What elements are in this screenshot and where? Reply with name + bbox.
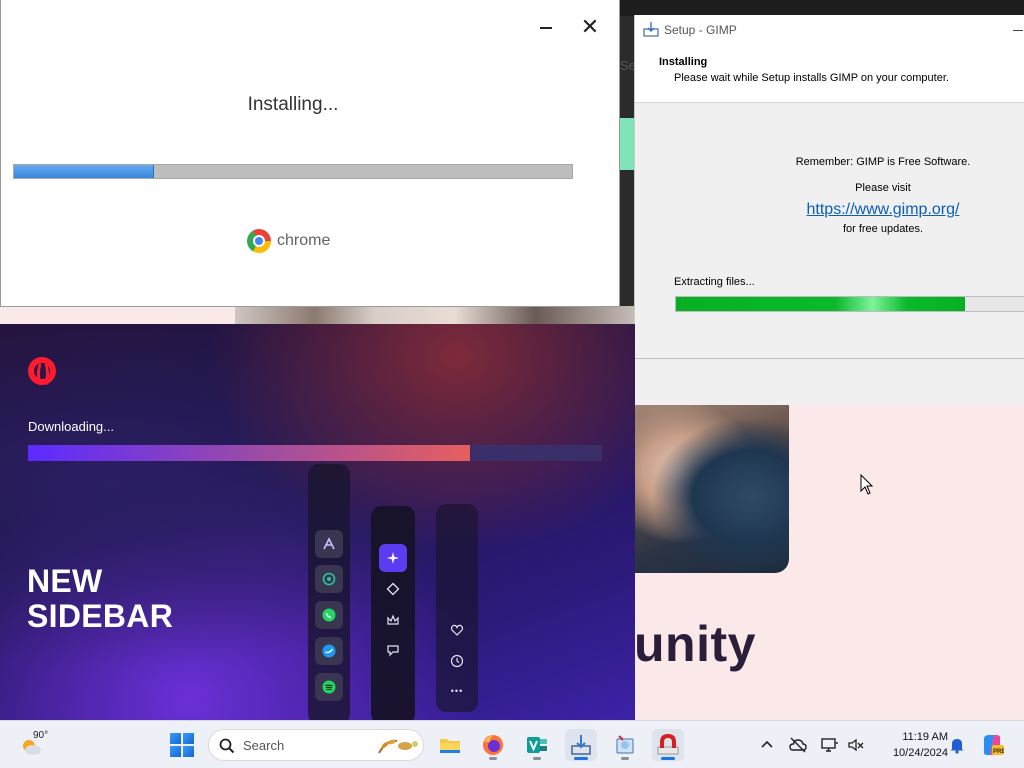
sparkle-icon[interactable]: [379, 544, 407, 572]
window-title: Setup - GIMP: [664, 23, 737, 37]
copilot-icon[interactable]: PRE: [980, 733, 1004, 757]
opera-installer-window: Downloading... NEW SIDEBAR •••: [0, 324, 635, 720]
onedrive-button[interactable]: [788, 735, 808, 755]
svg-text:PRE: PRE: [993, 749, 1004, 755]
background-topbar: [620, 0, 1024, 16]
header-subtitle: Please wait while Setup installs GIMP on…: [674, 72, 949, 84]
diamond-icon[interactable]: [386, 582, 400, 596]
taskbar: 90° Search 11:19 AM 10/24/2024 PRE: [0, 720, 1024, 768]
chevron-up-icon: [761, 740, 773, 748]
background-photo-strip: [235, 306, 635, 324]
start-tile: [183, 746, 194, 757]
chrome-logo-icon: [247, 229, 271, 253]
sidebar-preview-panel: [436, 504, 478, 712]
firefox-icon: [483, 735, 503, 755]
start-button[interactable]: [170, 733, 194, 757]
background-side-text: Se: [620, 58, 634, 73]
app-v-icon: [527, 737, 547, 753]
install-progress-fill: [14, 165, 154, 178]
promo-headline: NEW SIDEBAR: [27, 564, 173, 634]
show-hidden-icons-button[interactable]: [757, 735, 777, 755]
chat-bubble-icon[interactable]: [386, 643, 400, 657]
extract-progress-bar: [675, 296, 1024, 312]
cloud-offline-icon: [789, 737, 807, 753]
chatgpt-app-icon[interactable]: [315, 565, 343, 593]
network-icon: [821, 738, 838, 752]
running-indicator: [533, 757, 541, 760]
chrome-installer-window: ✕ Installing... chrome: [0, 0, 620, 307]
minimize-button[interactable]: [537, 16, 557, 38]
headline-line-2: SIDEBAR: [27, 598, 174, 634]
notifications-button[interactable]: [947, 735, 967, 755]
magnet-installer-icon: [657, 733, 679, 755]
search-highlight-leaves-icon: [378, 739, 418, 754]
installer-icon: [643, 22, 659, 37]
setup-wizard-icon: [616, 735, 634, 754]
running-indicator: [621, 757, 629, 760]
speaker-muted-icon: [848, 738, 864, 752]
twitter-app-icon[interactable]: [315, 637, 343, 665]
mouse-cursor-icon: [860, 474, 874, 495]
network-button[interactable]: [820, 735, 840, 755]
gimp-setup-window: Setup - GIMP Installing Please wait whil…: [634, 15, 1024, 405]
firefox-button[interactable]: [477, 729, 509, 761]
folder-icon: [440, 739, 460, 753]
visit-text: Please visit: [855, 182, 911, 194]
start-tile: [170, 733, 181, 744]
weather-widget[interactable]: 90°: [20, 730, 60, 760]
chrome-brand: chrome: [247, 229, 330, 253]
installer-button[interactable]: [565, 729, 597, 761]
download-progress-bar: [28, 445, 602, 461]
clock[interactable]: 11:19 AM 10/24/2024: [872, 729, 948, 761]
extract-status: Extracting files...: [674, 276, 755, 288]
running-indicator: [661, 757, 675, 760]
taskbar-search[interactable]: Search: [208, 729, 424, 761]
volume-button[interactable]: [846, 735, 866, 755]
clock-date: 10/24/2024: [892, 747, 948, 759]
aria-app-icon[interactable]: [315, 530, 343, 558]
background-accent-strip: [620, 118, 634, 170]
updates-text: for free updates.: [842, 223, 924, 235]
install-status: Installing...: [247, 94, 339, 115]
chrome-wordmark: chrome: [277, 232, 331, 249]
extract-progress-fill: [676, 297, 965, 311]
search-placeholder: Search: [243, 738, 285, 753]
history-icon[interactable]: [450, 654, 464, 668]
heart-icon[interactable]: [450, 623, 464, 637]
search-icon: [219, 738, 235, 754]
setup-wizard-button[interactable]: [609, 729, 641, 761]
header-title: Installing: [659, 56, 708, 68]
start-tile: [183, 733, 194, 744]
setup-header: Installing Please wait while Setup insta…: [635, 45, 1024, 103]
more-icon[interactable]: •••: [448, 684, 466, 698]
opera-logo-icon: [28, 357, 56, 388]
install-progress-bar: [13, 164, 573, 179]
download-installer-icon: [571, 735, 591, 755]
gimp-website-link[interactable]: https://www.gimp.org/: [635, 201, 1024, 219]
visio-button[interactable]: [521, 729, 553, 761]
headline-line-1: NEW: [27, 563, 103, 599]
running-indicator: [489, 757, 497, 760]
download-status: Downloading...: [28, 419, 114, 434]
crown-icon[interactable]: [386, 613, 400, 627]
gimp-setup-button[interactable]: [652, 729, 684, 761]
start-tile: [170, 746, 181, 757]
minimize-button[interactable]: [1013, 23, 1024, 37]
title-bar: Setup - GIMP: [635, 15, 1024, 45]
divider: [635, 358, 1024, 359]
close-button[interactable]: ✕: [579, 16, 601, 38]
weather-temperature: 90°: [33, 730, 49, 741]
bell-icon: [950, 739, 964, 754]
clock-time: 11:19 AM: [902, 731, 948, 743]
download-progress-fill: [28, 445, 470, 461]
whatsapp-app-icon[interactable]: [315, 601, 343, 629]
running-indicator: [574, 757, 588, 760]
file-explorer-button[interactable]: [434, 729, 466, 761]
background-heading: unity: [634, 616, 756, 672]
background-photo: [634, 404, 789, 573]
spotify-app-icon[interactable]: [315, 673, 343, 701]
free-software-note: Remember: GIMP is Free Software.: [795, 156, 971, 168]
